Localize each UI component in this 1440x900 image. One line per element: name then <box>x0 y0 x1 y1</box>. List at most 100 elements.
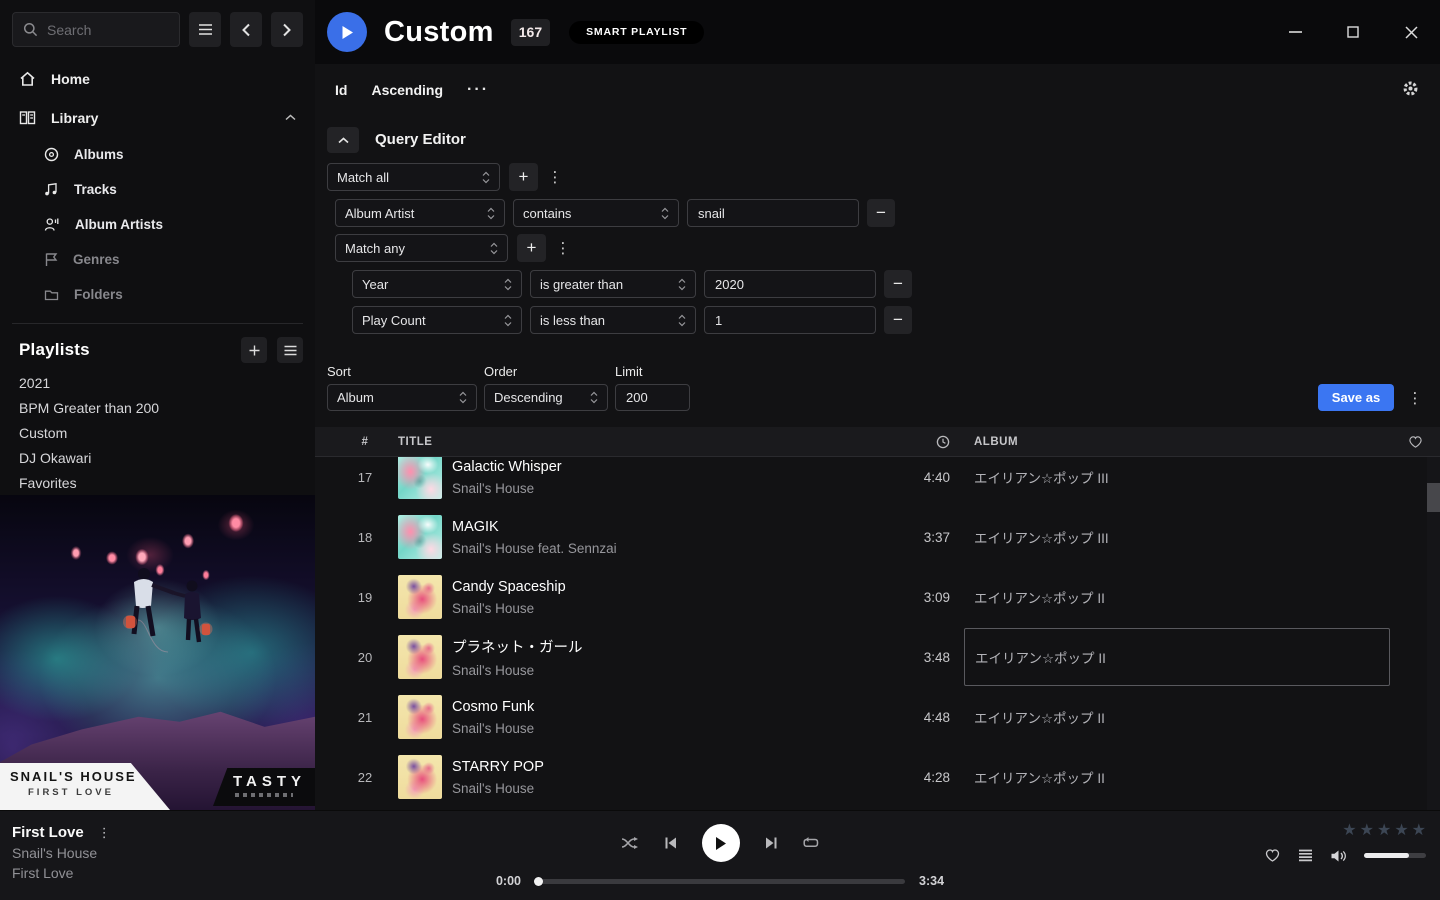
playlist-item[interactable]: 2021 <box>0 371 315 396</box>
search-input[interactable] <box>47 22 169 38</box>
track-row[interactable]: 22 STARRY POP Snail's House 4:28 エイリアン☆ポ… <box>315 747 1440 807</box>
remove-rule-button[interactable]: − <box>884 306 912 334</box>
query-rule: Play Count is less than − <box>352 306 912 334</box>
track-artist[interactable]: Snail's House <box>452 481 880 496</box>
play-pause-button[interactable] <box>702 824 740 862</box>
window-minimize-button[interactable] <box>1281 18 1309 46</box>
track-album[interactable]: エイリアン☆ポップ III <box>964 508 1390 566</box>
sidebar-item-library[interactable]: Library <box>0 98 315 137</box>
rule-field-select[interactable]: Album Artist <box>335 199 505 227</box>
column-title[interactable]: TITLE <box>398 436 880 448</box>
now-playing-options-button[interactable]: ⋮ <box>98 825 111 841</box>
sort-direction-button[interactable]: Ascending <box>371 82 443 98</box>
favorite-heart-icon[interactable] <box>1408 435 1423 449</box>
volume-icon[interactable] <box>1330 849 1347 863</box>
add-rule-button[interactable]: + <box>509 163 538 191</box>
star-icon[interactable]: ★ <box>1360 823 1374 839</box>
scrollbar-thumb[interactable] <box>1427 483 1440 512</box>
now-playing-album[interactable]: First Love <box>12 865 111 881</box>
sidebar-item-tracks[interactable]: Tracks <box>0 172 315 207</box>
favorite-heart-button[interactable] <box>1264 848 1281 863</box>
track-row[interactable]: 19 Candy Spaceship Snail's House 3:09 エイ… <box>315 567 1440 627</box>
playlist-item[interactable]: Custom <box>0 421 315 446</box>
column-index[interactable]: # <box>345 436 385 448</box>
track-row[interactable]: 17 Galactic Whisper Snail's House 4:40 エ… <box>315 457 1440 507</box>
playlist-list-button[interactable] <box>277 337 303 363</box>
save-options-button[interactable]: ⋮ <box>1407 384 1423 411</box>
star-icon[interactable]: ★ <box>1394 823 1408 839</box>
save-as-button[interactable]: Save as <box>1318 384 1394 411</box>
match-type-select[interactable]: Match all <box>327 163 500 191</box>
forward-button[interactable] <box>271 12 303 47</box>
track-album[interactable]: エイリアン☆ポップ II <box>964 748 1390 806</box>
queue-button[interactable] <box>1298 849 1313 862</box>
playlist-item[interactable]: DJ Okawari <box>0 446 315 471</box>
previous-track-button[interactable] <box>664 836 678 850</box>
rule-value-input[interactable] <box>687 199 859 227</box>
smart-playlist-badge: SMART PLAYLIST <box>569 21 704 44</box>
track-row[interactable]: 18 MAGIK Snail's House feat. Sennzai 3:3… <box>315 507 1440 567</box>
add-playlist-button[interactable] <box>241 337 267 363</box>
track-artist[interactable]: Snail's House <box>452 721 880 736</box>
search-box[interactable] <box>12 12 180 47</box>
rule-value-input[interactable] <box>704 306 876 334</box>
star-icon[interactable]: ★ <box>1342 823 1356 839</box>
track-album-focused-cell[interactable]: エイリアン☆ポップ II <box>964 628 1390 686</box>
sidebar-item-genres[interactable]: Genres <box>0 242 315 277</box>
sidebar-item-albums[interactable]: Albums <box>0 137 315 172</box>
sort-select[interactable]: Album <box>327 384 477 411</box>
track-row[interactable]: 21 Cosmo Funk Snail's House 4:48 エイリアン☆ポ… <box>315 687 1440 747</box>
column-album[interactable]: ALBUM <box>964 436 1390 448</box>
track-album[interactable]: エイリアン☆ポップ III <box>964 457 1390 506</box>
track-artist[interactable]: Snail's House <box>452 601 880 616</box>
seek-knob[interactable] <box>534 877 543 886</box>
collapse-query-editor-button[interactable] <box>327 127 359 153</box>
window-close-button[interactable] <box>1397 18 1425 46</box>
track-album[interactable]: エイリアン☆ポップ II <box>964 568 1390 626</box>
repeat-button[interactable] <box>802 836 820 850</box>
track-artist[interactable]: Snail's House <box>452 781 880 796</box>
track-artist[interactable]: Snail's House feat. Sennzai <box>452 541 880 556</box>
menu-button[interactable] <box>189 12 221 47</box>
sort-field-button[interactable]: Id <box>335 82 347 98</box>
rule-field-select[interactable]: Play Count <box>352 306 522 334</box>
shuffle-button[interactable] <box>621 836 640 850</box>
star-icon[interactable]: ★ <box>1412 823 1426 839</box>
remove-rule-button[interactable]: − <box>867 199 895 227</box>
chevron-up-icon[interactable] <box>285 114 296 121</box>
rule-field-select[interactable]: Year <box>352 270 522 298</box>
next-track-button[interactable] <box>764 836 778 850</box>
match-type-select[interactable]: Match any <box>335 234 508 262</box>
order-select[interactable]: Descending <box>484 384 608 411</box>
now-playing-artist[interactable]: Snail's House <box>12 845 111 861</box>
window-maximize-button[interactable] <box>1339 18 1367 46</box>
volume-slider[interactable] <box>1364 853 1426 858</box>
track-artist[interactable]: Snail's House <box>452 663 880 678</box>
settings-gear-icon[interactable] <box>1402 80 1419 97</box>
star-icon[interactable]: ★ <box>1377 823 1391 839</box>
play-playlist-button[interactable] <box>327 12 367 52</box>
seek-slider[interactable] <box>535 879 905 884</box>
add-rule-button[interactable]: + <box>517 234 546 262</box>
playlist-item[interactable]: BPM Greater than 200 <box>0 396 315 421</box>
rule-value-input[interactable] <box>704 270 876 298</box>
rule-operator-select[interactable]: is greater than <box>530 270 696 298</box>
group-options-button[interactable]: ⋮ <box>555 234 571 262</box>
rule-operator-select[interactable]: contains <box>513 199 679 227</box>
now-playing-title[interactable]: First Love <box>12 824 84 841</box>
duration-clock-icon[interactable] <box>936 435 950 449</box>
more-options-button[interactable]: ··· <box>467 81 489 99</box>
track-album[interactable]: エイリアン☆ポップ II <box>964 688 1390 746</box>
track-row[interactable]: 20 プラネット・ガール Snail's House 3:48 エイリアン☆ポッ… <box>315 627 1440 687</box>
sidebar-item-folders[interactable]: Folders <box>0 277 315 312</box>
playlist-item[interactable]: Favorites <box>0 471 315 496</box>
back-button[interactable] <box>230 12 262 47</box>
rating-stars[interactable]: ★ ★ ★ ★ ★ <box>1342 823 1426 839</box>
group-options-button[interactable]: ⋮ <box>547 163 563 191</box>
sidebar-item-album-artists[interactable]: Album Artists <box>0 207 315 242</box>
remove-rule-button[interactable]: − <box>884 270 912 298</box>
rule-operator-select[interactable]: is less than <box>530 306 696 334</box>
now-playing-cover-art[interactable]: SNAIL'S HOUSE FIRST LOVE TASTY <box>0 495 315 810</box>
limit-input[interactable] <box>615 384 690 411</box>
sidebar-item-home[interactable]: Home <box>0 59 315 98</box>
